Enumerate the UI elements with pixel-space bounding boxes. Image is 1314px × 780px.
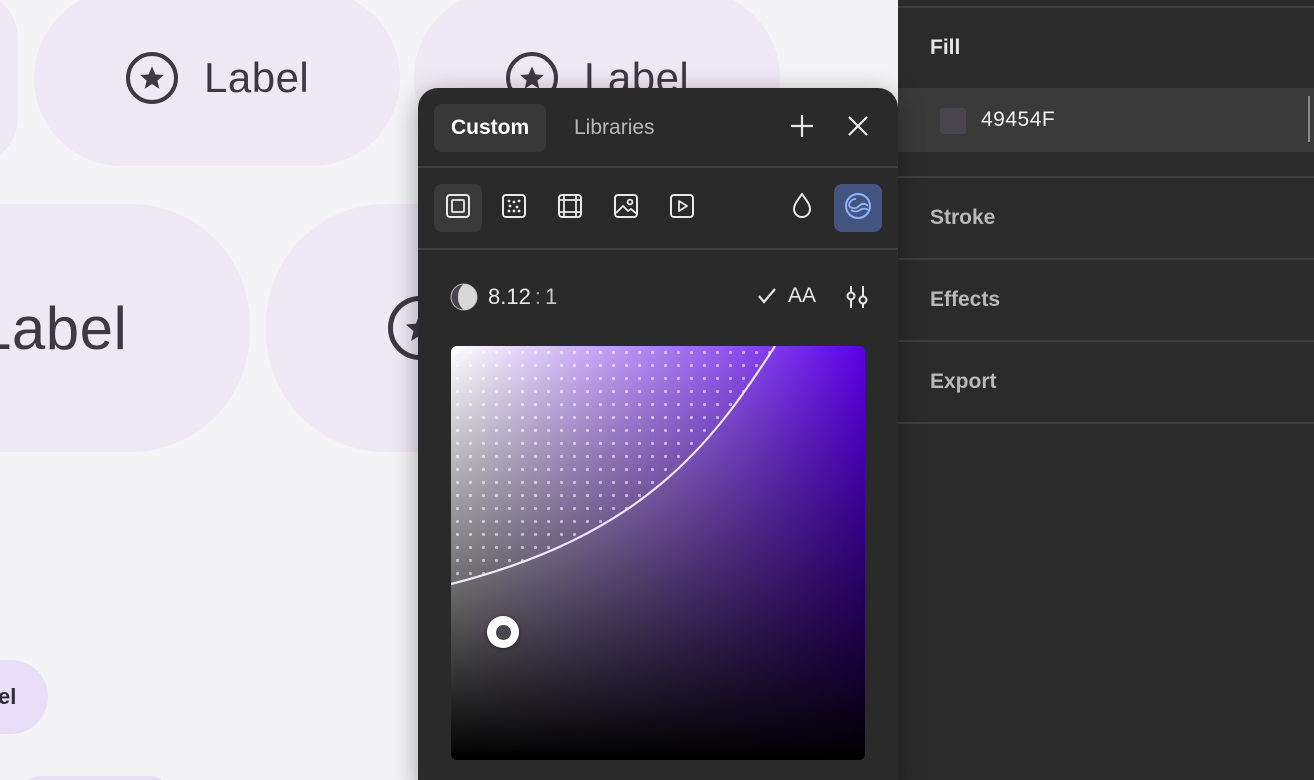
solid-fill-icon	[445, 193, 471, 224]
effects-section-title[interactable]: Effects	[930, 288, 1000, 312]
fill-color-swatch[interactable]	[940, 108, 966, 134]
color-picker-popup: Custom Libraries 8.12: 1 AA	[418, 88, 898, 780]
divider	[898, 422, 1314, 424]
noise-fill-button[interactable]	[490, 184, 538, 232]
chip-label-small[interactable]: el	[0, 660, 48, 734]
properties-panel: Fill 49454F Stroke Effects Export	[898, 0, 1314, 780]
contrast-ratio: 8.12:1	[488, 284, 557, 310]
chip-partial-bottom[interactable]	[20, 776, 170, 780]
fill-hex-value[interactable]: 49454F	[981, 108, 1055, 132]
export-section-title[interactable]: Export	[930, 370, 997, 394]
video-fill-icon	[669, 193, 695, 224]
divider	[898, 258, 1314, 260]
chip-label-3[interactable]: Label	[0, 204, 250, 452]
contrast-check-button[interactable]	[834, 184, 882, 232]
chip-partial-top-left[interactable]	[0, 0, 18, 166]
contrast-ratio-row: 8.12:1	[450, 282, 557, 312]
color-picker-handle[interactable]	[487, 616, 519, 648]
contrast-settings-button[interactable]	[844, 284, 870, 315]
plus-icon	[789, 113, 815, 144]
divider	[418, 248, 898, 250]
tab-custom[interactable]: Custom	[434, 104, 547, 152]
contrast-preview-icon	[450, 283, 478, 311]
stroke-section-title[interactable]: Stroke	[930, 206, 995, 230]
add-style-button[interactable]	[786, 112, 818, 144]
close-picker-button[interactable]	[842, 112, 874, 144]
aa-label: AA	[788, 284, 817, 307]
star-icon	[126, 52, 178, 104]
divider	[418, 166, 898, 168]
contrast-threshold-overlay	[451, 346, 776, 586]
chip-label-text: Label	[204, 54, 310, 101]
contrast-ratio-separator: :	[534, 284, 541, 309]
contrast-check-icon	[843, 191, 873, 226]
tab-libraries[interactable]: Libraries	[557, 104, 672, 152]
solid-fill-button[interactable]	[434, 184, 482, 232]
chip-label-text: Label	[0, 294, 128, 362]
pattern-fill-button[interactable]	[546, 184, 594, 232]
sliders-icon	[844, 286, 870, 314]
aa-compliance-badge: AA	[756, 284, 816, 308]
pattern-fill-icon	[557, 193, 583, 224]
close-icon	[846, 114, 870, 143]
opacity-button[interactable]	[778, 184, 826, 232]
chip-label-text: el	[0, 684, 17, 709]
video-fill-button[interactable]	[658, 184, 706, 232]
divider	[898, 6, 1314, 8]
fill-row[interactable]: 49454F	[898, 88, 1314, 152]
text-cursor	[1308, 96, 1310, 142]
image-fill-icon	[613, 193, 639, 224]
opacity-drop-icon	[789, 192, 815, 225]
image-fill-button[interactable]	[602, 184, 650, 232]
divider	[898, 340, 1314, 342]
check-icon	[756, 285, 778, 307]
contrast-ratio-value: 8.12	[488, 284, 531, 309]
selected-color-dot	[495, 624, 511, 640]
fill-section-title: Fill	[930, 36, 961, 59]
noise-fill-icon	[501, 193, 527, 224]
chip-label-1[interactable]: Label	[34, 0, 400, 166]
saturation-brightness-area[interactable]	[451, 346, 865, 760]
divider	[898, 176, 1314, 178]
contrast-ratio-base: 1	[544, 284, 558, 309]
